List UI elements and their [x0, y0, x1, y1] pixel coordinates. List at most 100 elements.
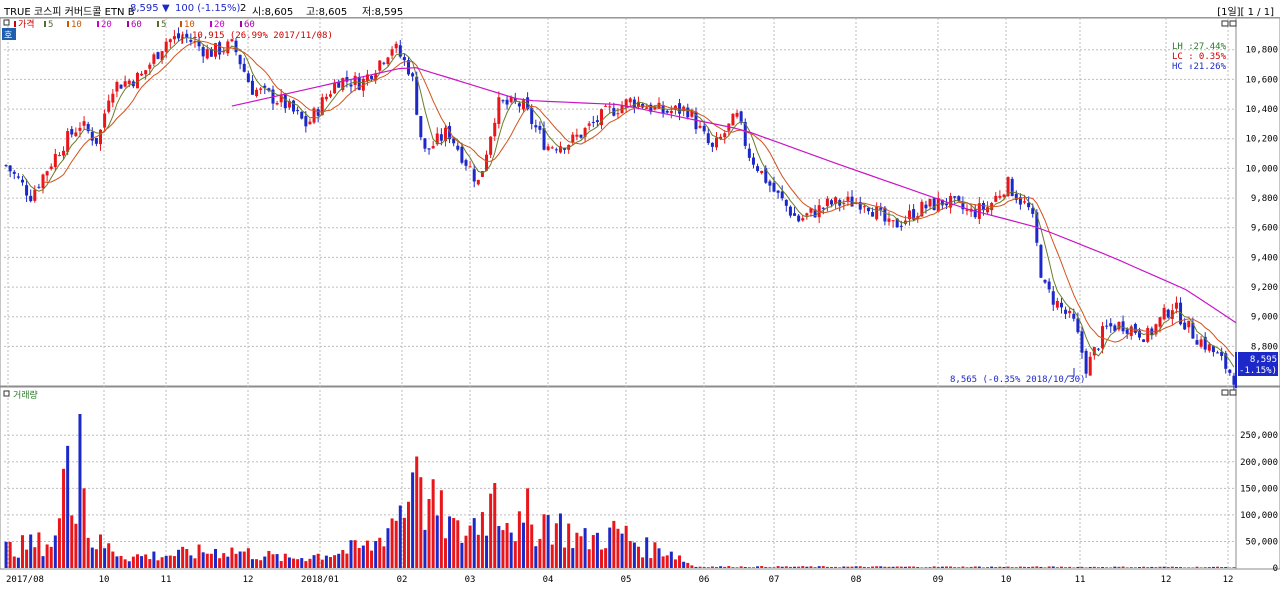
- volume-bar: [866, 567, 870, 568]
- volume-tick-label: 150,000: [1240, 484, 1278, 494]
- price-candle: [333, 82, 337, 94]
- low-annotation: 8,565 (-0.35% 2018/10/30): [950, 375, 1085, 385]
- volume-bar: [554, 523, 558, 568]
- volume-bar: [1010, 567, 1014, 568]
- price-candle: [115, 81, 119, 92]
- price-tick-label: 10,000: [1245, 164, 1278, 174]
- volume-bar: [838, 567, 842, 568]
- price-candle: [419, 116, 423, 138]
- volume-bar: [657, 548, 661, 568]
- volume-bar: [390, 518, 394, 568]
- price-candle: [4, 165, 8, 167]
- price-candle: [489, 136, 493, 155]
- price-candle: [94, 137, 98, 144]
- volume-bar: [661, 556, 665, 568]
- price-candle: [1072, 313, 1076, 319]
- volume-bar: [1035, 566, 1039, 568]
- volume-bar: [443, 538, 447, 568]
- volume-bar: [37, 532, 41, 568]
- legend-swatch: [97, 21, 99, 27]
- volume-bar: [1088, 566, 1092, 568]
- price-candle: [20, 179, 24, 183]
- volume-bar: [1137, 567, 1141, 568]
- volume-bar: [764, 566, 768, 568]
- volume-bar: [1150, 566, 1154, 568]
- volume-bar: [140, 556, 144, 568]
- volume-bar: [320, 559, 324, 568]
- volume-bar: [731, 567, 735, 568]
- volume-bar: [1068, 566, 1072, 568]
- price-candle: [152, 54, 156, 64]
- price-candle: [103, 113, 107, 128]
- volume-bar: [678, 555, 682, 568]
- volume-bar: [509, 532, 513, 568]
- volume-bar: [1191, 567, 1195, 568]
- time-tick-label: 11: [161, 575, 172, 585]
- volume-bar: [768, 567, 772, 568]
- volume-bar: [571, 548, 575, 568]
- price-maximize-icon[interactable]: [1229, 20, 1237, 27]
- volume-bar: [636, 546, 640, 568]
- volume-bar: [751, 567, 755, 568]
- volume-bar: [226, 556, 230, 568]
- volume-bar: [1014, 567, 1018, 568]
- price-candle: [390, 49, 394, 56]
- volume-bar: [476, 534, 480, 568]
- legend-label: 20: [214, 20, 225, 30]
- price-candle: [645, 107, 649, 109]
- volume-bar: [719, 566, 723, 568]
- time-tick-label: 10: [1001, 575, 1012, 585]
- price-candle: [49, 166, 53, 169]
- volume-bar: [66, 445, 70, 568]
- price-candle: [324, 96, 328, 100]
- volume-bar: [275, 554, 279, 568]
- volume-bar: [337, 553, 341, 568]
- price-candle: [772, 182, 776, 192]
- volume-bar: [805, 566, 809, 568]
- period-indicator[interactable]: [1일][ 1 / 1]: [1217, 3, 1274, 18]
- price-candle: [587, 123, 591, 126]
- volume-bar: [653, 542, 657, 568]
- volume-bar: [1220, 567, 1224, 568]
- time-tick-label: 05: [621, 575, 632, 585]
- price-candle: [497, 97, 501, 124]
- price-candle: [1088, 356, 1092, 376]
- price-tick-label: 10,400: [1245, 105, 1278, 115]
- volume-bar: [197, 544, 201, 568]
- volume-maximize-icon[interactable]: [1229, 389, 1237, 396]
- chart-svg[interactable]: 8,800 9,000 9,200 9,400 9,600 9,800 10,000 10,2…: [0, 18, 1280, 590]
- price-candle: [168, 39, 172, 43]
- price-candle: [1031, 208, 1035, 214]
- volume-bar: [324, 555, 328, 568]
- volume-bar: [715, 567, 719, 568]
- price-minimize-icon[interactable]: [1221, 20, 1229, 27]
- volume-bar: [94, 549, 98, 568]
- price-candle: [550, 147, 554, 149]
- price-candle: [998, 195, 1002, 198]
- volume-bar: [526, 488, 530, 568]
- volume-bar: [903, 566, 907, 568]
- change-arrow-icon: ▼: [162, 3, 170, 14]
- price-candle: [1121, 321, 1125, 332]
- volume-bar: [735, 567, 739, 568]
- volume-bar: [70, 515, 74, 568]
- volume-bar: [517, 511, 521, 568]
- price-candle: [829, 200, 833, 205]
- volume-bar: [398, 505, 402, 568]
- volume-bar: [1092, 566, 1096, 568]
- price-candle: [604, 105, 608, 107]
- volume-bar: [123, 559, 127, 568]
- volume-bar: [1031, 566, 1035, 568]
- price-candle: [45, 171, 49, 176]
- price-tick-label: 8,800: [1251, 342, 1278, 352]
- price-candle: [591, 121, 595, 123]
- volume-bar: [1055, 567, 1059, 568]
- volume-bar: [152, 551, 156, 568]
- price-candle: [1183, 322, 1187, 330]
- volume-minimize-icon[interactable]: [1221, 389, 1229, 396]
- panel-collapse-icon[interactable]: [3, 19, 10, 26]
- volume-collapse-icon[interactable]: [3, 390, 10, 397]
- price-candle: [891, 220, 895, 222]
- volume-bar: [107, 543, 111, 568]
- price-candle: [468, 166, 472, 168]
